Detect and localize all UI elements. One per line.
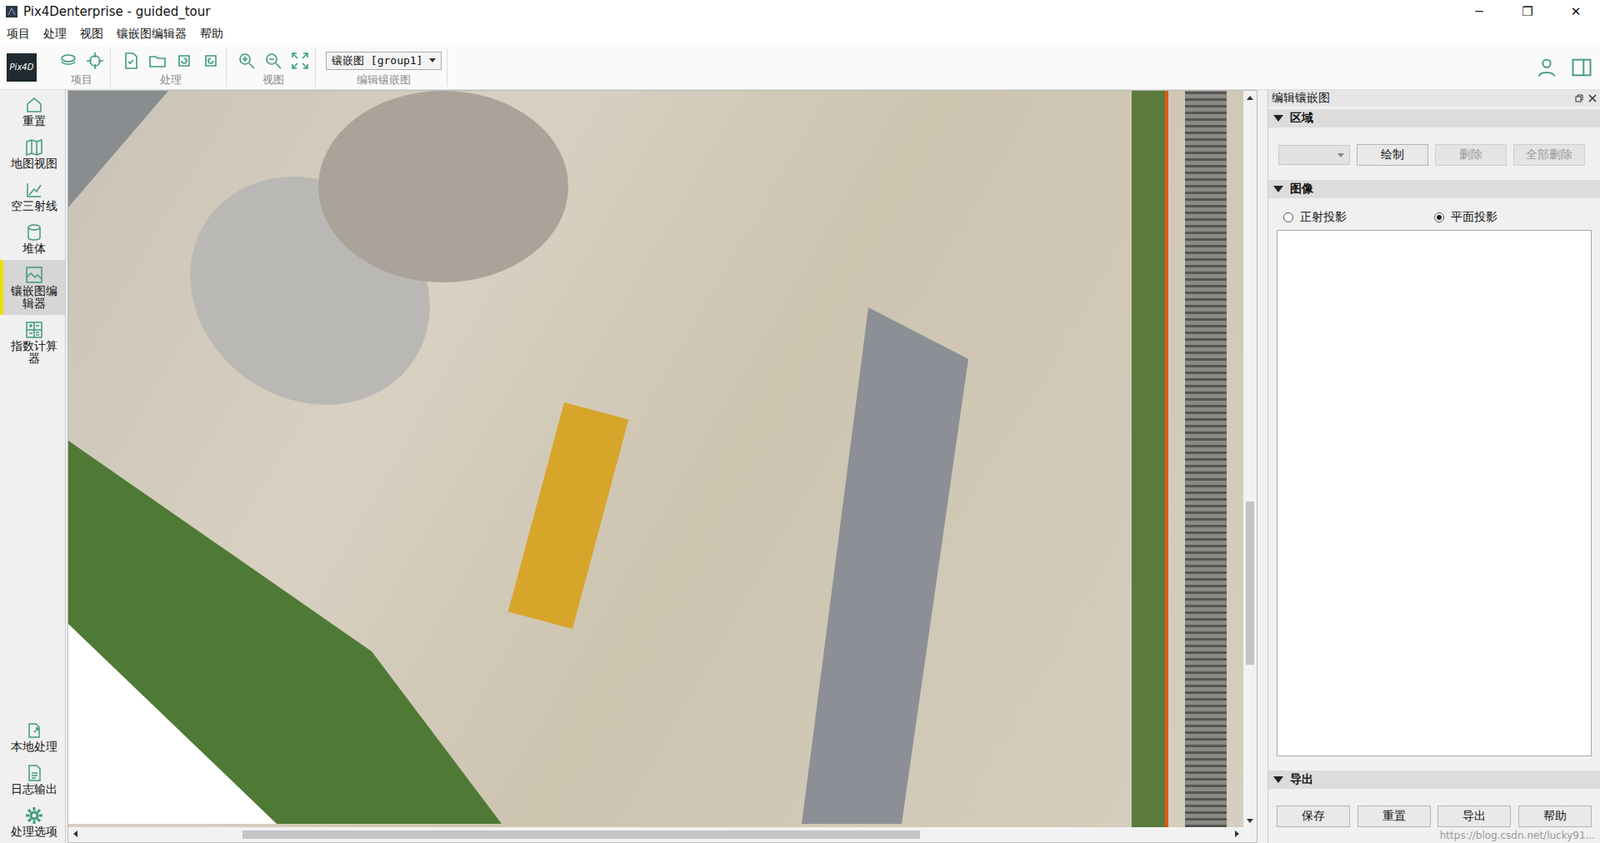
ray-icon <box>24 180 45 200</box>
sidebar-bottom-item[interactable]: 处理选项 <box>0 800 65 843</box>
menu-item[interactable]: 项目 <box>6 26 30 42</box>
export-button[interactable]: 帮助 <box>1518 805 1592 828</box>
region-section-header[interactable]: 区域 <box>1268 109 1600 128</box>
menu-item[interactable]: 帮助 <box>200 26 224 42</box>
toolbar-group-label: 编辑镶嵌图 <box>356 73 411 87</box>
user-icon[interactable] <box>1535 55 1559 80</box>
toolbar-group: 镶嵌图 [group1] 编辑镶嵌图 <box>320 48 448 87</box>
sidebar-item[interactable]: 重置 <box>0 90 65 133</box>
export-icon <box>24 720 45 741</box>
region-button[interactable]: 绘制 <box>1356 144 1429 166</box>
scroll-down-icon[interactable] <box>1243 814 1257 828</box>
vertical-scroll-thumb[interactable] <box>1245 501 1255 665</box>
panel-header: 编辑镶嵌图 <box>1268 90 1600 107</box>
map-view <box>67 90 1258 843</box>
sidebar-bottom-item[interactable]: 本地处理 <box>0 715 65 759</box>
scroll-up-icon[interactable] <box>1243 90 1257 105</box>
sidebar-item[interactable]: 地图视图 <box>0 132 65 175</box>
pix4d-logo: Pix4D <box>6 53 37 82</box>
horizontal-scroll-thumb[interactable] <box>242 830 920 840</box>
fit-icon[interactable] <box>290 50 310 71</box>
window-control[interactable]: ✕ <box>1551 4 1600 20</box>
toolbar-group: 处理 <box>115 48 227 87</box>
doc-icon[interactable] <box>120 50 141 71</box>
refresh-icon[interactable] <box>174 50 195 71</box>
layers-icon[interactable] <box>58 50 79 71</box>
zoomin-icon[interactable] <box>236 50 257 71</box>
projection-radio[interactable]: 平面投影 <box>1434 210 1585 225</box>
image-list[interactable] <box>1276 230 1592 757</box>
region-button[interactable]: 删除 <box>1435 144 1507 166</box>
float-icon[interactable] <box>1575 94 1584 103</box>
window-title: Pix4Denterprise - guided_tour <box>23 4 1450 20</box>
horizontal-scrollbar[interactable] <box>68 827 1257 843</box>
toolbar-group-label: 项目 <box>70 73 93 87</box>
region-button[interactable]: 全部删除 <box>1513 144 1585 166</box>
cylinder-icon <box>24 222 45 243</box>
scroll-left-icon[interactable] <box>68 827 82 841</box>
sidebar-item[interactable]: 镶嵌图编辑器 <box>0 260 65 315</box>
image-section-header[interactable]: 图像 <box>1268 180 1600 199</box>
export-button[interactable]: 导出 <box>1437 805 1511 828</box>
export-button[interactable]: 保存 <box>1276 805 1350 828</box>
toolbar-group: 项目 <box>53 48 111 87</box>
title-bar: Pix4Denterprise - guided_tour ─❐✕ <box>0 0 1600 23</box>
watermark: https://blog.csdn.net/lucky91... <box>1268 829 1600 843</box>
toolbar-group: 视图 <box>231 48 316 87</box>
folder-icon[interactable] <box>147 50 168 71</box>
log-icon <box>24 763 45 784</box>
vertical-scrollbar[interactable] <box>1243 90 1257 828</box>
scroll-right-icon[interactable] <box>1230 827 1244 841</box>
menu-item[interactable]: 镶嵌图编辑器 <box>116 26 187 42</box>
export-section-header[interactable]: 导出 <box>1268 770 1600 790</box>
toolbar-group-label: 处理 <box>160 73 182 87</box>
zoomout-icon[interactable] <box>263 50 284 71</box>
window-control[interactable]: ─ <box>1455 4 1504 20</box>
gear-icon <box>24 805 45 826</box>
menu-item[interactable]: 视图 <box>80 26 104 42</box>
sidebar-item[interactable]: 堆体 <box>0 217 65 260</box>
sidebar-item[interactable]: 空三射线 <box>0 175 65 218</box>
sidebar: 重置地图视图空三射线堆体镶嵌图编辑器指数计算器本地处理日志输出处理选项 <box>0 90 66 843</box>
app-icon <box>5 5 19 19</box>
close-icon[interactable] <box>1588 94 1597 103</box>
projection-radio[interactable]: 正射投影 <box>1283 210 1435 225</box>
toolbar: Pix4D 项目 处理 视图 镶嵌图 [group1] 编辑镶嵌图 <box>0 45 1600 90</box>
sidebar-item[interactable]: 指数计算器 <box>0 315 65 370</box>
map-icon <box>24 137 45 158</box>
toolbar-group-label: 视图 <box>262 73 285 87</box>
home-icon <box>24 95 45 115</box>
menu-item[interactable]: 处理 <box>43 26 67 42</box>
app-window: Pix4Denterprise - guided_tour─❐✕项目处理视图镶嵌… <box>0 0 1600 843</box>
mosaic-icon <box>24 265 45 285</box>
window-control[interactable]: ❐ <box>1503 4 1552 20</box>
refresh2-icon[interactable] <box>200 50 221 71</box>
menu-bar: 项目处理视图镶嵌图编辑器帮助 <box>0 22 1600 45</box>
export-button[interactable]: 重置 <box>1357 805 1431 828</box>
calc-icon <box>24 320 45 340</box>
target-icon[interactable] <box>85 50 105 71</box>
region-select[interactable] <box>1278 145 1350 165</box>
edit-mosaic-panel: 编辑镶嵌图区域绘制删除全部删除图像正射投影平面投影导出保存重置导出帮助https… <box>1267 90 1600 843</box>
mosaic-dropdown[interactable]: 镶嵌图 [group1] <box>325 51 442 70</box>
sidebar-bottom-item[interactable]: 日志输出 <box>0 758 65 801</box>
panel-toggle-icon[interactable] <box>1570 55 1594 80</box>
aerial-photo[interactable] <box>68 90 1244 828</box>
